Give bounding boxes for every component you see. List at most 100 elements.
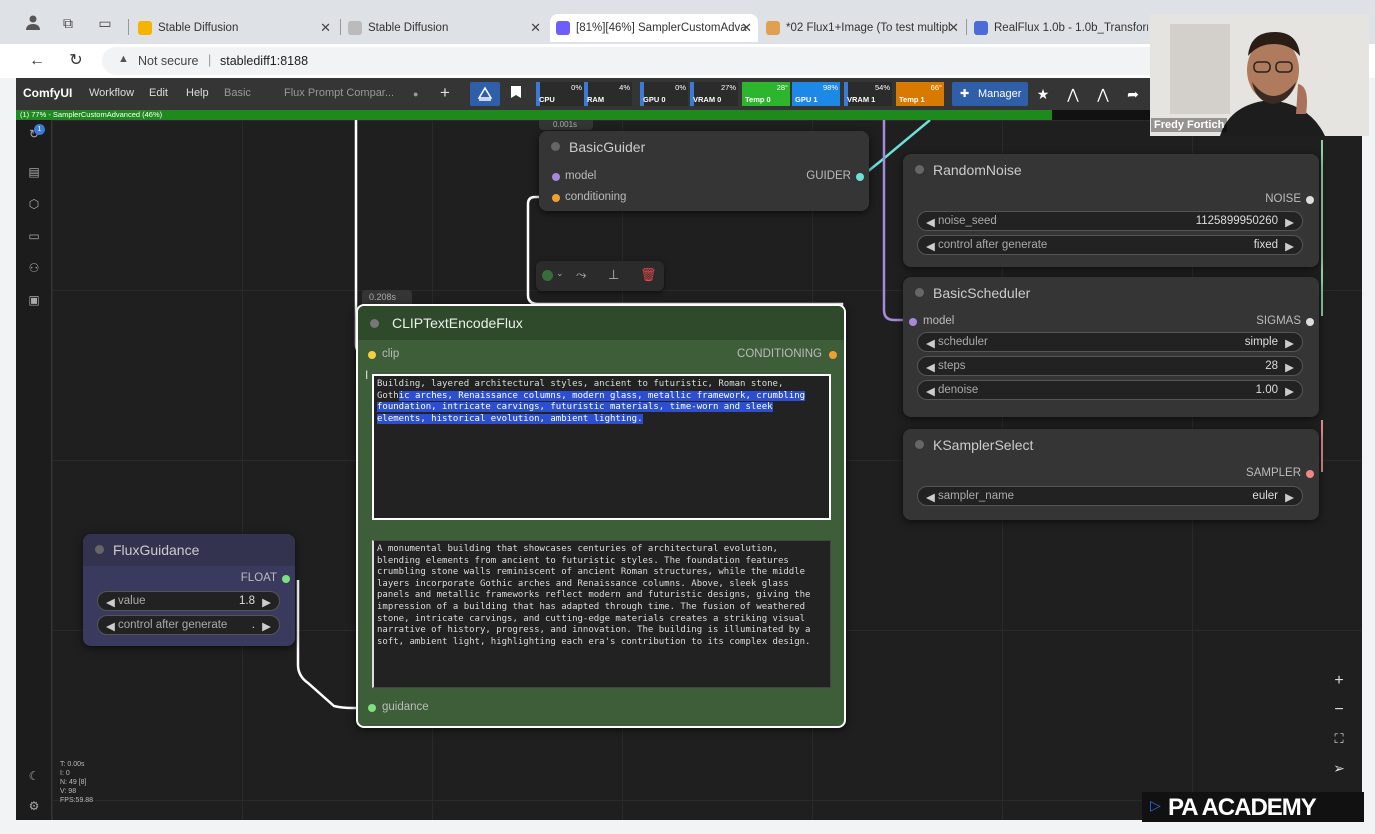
folder-icon[interactable]: ▭: [26, 228, 42, 244]
browser-tab-active[interactable]: [81%][46%] SamplerCustomAdva ✕: [550, 14, 758, 42]
fit-view-icon[interactable]: ⛶: [1326, 726, 1352, 752]
manager-button[interactable]: ✚ Manager: [952, 82, 1028, 106]
increment-arrow-icon[interactable]: ▶: [1285, 384, 1294, 398]
close-tab-icon[interactable]: ✕: [530, 14, 541, 42]
model-download-icon[interactable]: ⋀: [1064, 85, 1082, 103]
node-basicguider[interactable]: BasicGuider model conditioning GUIDER: [539, 131, 869, 211]
scheduler-widget[interactable]: ◀ scheduler simple ▶: [917, 332, 1303, 352]
workflow-tab-flux-prompt[interactable]: Flux Prompt Compar...: [284, 87, 394, 99]
increment-arrow-icon[interactable]: ▶: [1285, 239, 1294, 253]
comfy-logo[interactable]: ComfyUI: [23, 86, 72, 100]
workspaces-icon[interactable]: ⧉: [59, 14, 77, 32]
node-title[interactable]: FluxGuidance: [113, 542, 199, 558]
browser-tab[interactable]: Stable Diffusion ✕: [342, 14, 547, 42]
increment-arrow-icon[interactable]: ▶: [262, 619, 271, 633]
node-title[interactable]: KSamplerSelect: [933, 437, 1033, 453]
tab-actions-icon[interactable]: ▭: [96, 14, 114, 32]
node-status-dot[interactable]: [915, 440, 924, 449]
node-status-dot[interactable]: [915, 288, 924, 297]
browser-tab[interactable]: RealFlux 1.0b - 1.0b_Transformer: [968, 14, 1148, 42]
port-model[interactable]: [909, 318, 917, 326]
bypass-icon[interactable]: ⤳: [576, 267, 586, 283]
model-upload-icon[interactable]: ⋀: [1094, 85, 1112, 103]
back-arrow-icon[interactable]: ←: [28, 52, 46, 70]
node-cliptextencodeflux[interactable]: CLIPTextEncodeFlux clip CONDITIONING Bui…: [356, 304, 846, 728]
document-icon[interactable]: ▤: [26, 164, 42, 180]
navigate-icon[interactable]: ➢: [1326, 755, 1352, 781]
decrement-arrow-icon[interactable]: ◀: [926, 336, 935, 350]
denoise-widget[interactable]: ◀ denoise 1.00 ▶: [917, 380, 1303, 400]
sampler-name-widget[interactable]: ◀ sampler_name euler ▶: [917, 486, 1303, 506]
steps-widget[interactable]: ◀ steps 28 ▶: [917, 356, 1303, 376]
close-tab-icon[interactable]: ✕: [320, 14, 331, 42]
url-text[interactable]: stablediff1:8188: [220, 54, 308, 68]
guidance-value-widget[interactable]: ◀ value 1.8 ▶: [97, 591, 280, 611]
node-tree-icon[interactable]: ⚇: [26, 260, 42, 276]
decrement-arrow-icon[interactable]: ◀: [926, 360, 935, 374]
address-field[interactable]: ▲ Not secure | stablediff1:8188: [102, 47, 1162, 75]
share-icon[interactable]: ➦: [1124, 85, 1142, 103]
increment-arrow-icon[interactable]: ▶: [1285, 490, 1294, 504]
increment-arrow-icon[interactable]: ▶: [262, 595, 271, 609]
increment-arrow-icon[interactable]: ▶: [1285, 215, 1294, 229]
noise-seed-widget[interactable]: ◀ noise_seed 1125899950260 ▶: [917, 211, 1303, 231]
port-float[interactable]: [282, 575, 290, 583]
port-clip[interactable]: [368, 351, 376, 359]
increment-arrow-icon[interactable]: ▶: [1285, 336, 1294, 350]
queue-button[interactable]: [470, 82, 500, 106]
browser-tab[interactable]: *02 Flux1+Image (To test multipl ✕: [760, 14, 965, 42]
bookmark-icon[interactable]: [507, 85, 525, 103]
port-conditioning[interactable]: [829, 351, 837, 359]
node-title[interactable]: BasicGuider: [569, 139, 645, 155]
node-status-dot[interactable]: [95, 545, 104, 554]
profile-icon[interactable]: [24, 14, 42, 32]
menu-edit[interactable]: Edit: [149, 87, 168, 99]
node-basicscheduler[interactable]: BasicScheduler model SIGMAS ◀ scheduler …: [903, 277, 1319, 417]
node-fluxguidance[interactable]: FluxGuidance FLOAT ◀ value 1.8 ▶ ◀ contr…: [83, 534, 295, 646]
port-sigmas[interactable]: [1306, 318, 1314, 326]
chevron-down-icon[interactable]: ⌄: [556, 268, 564, 279]
control-after-generate-widget[interactable]: ◀ control after generate fixed ▶: [917, 235, 1303, 255]
port-guidance[interactable]: [368, 704, 376, 712]
security-label[interactable]: Not secure: [138, 54, 198, 68]
zoom-out-icon[interactable]: −: [1326, 697, 1352, 723]
control-after-generate-widget[interactable]: ◀ control after generate . ▶: [97, 615, 280, 635]
t5xxl-text-field[interactable]: A monumental building that showcases cen…: [372, 540, 831, 688]
close-tab-icon[interactable]: ✕: [741, 14, 752, 42]
decrement-arrow-icon[interactable]: ◀: [926, 215, 935, 229]
browser-tab[interactable]: Stable Diffusion ✕: [132, 14, 337, 42]
warning-icon[interactable]: ▲: [118, 53, 129, 65]
decrement-arrow-icon[interactable]: ◀: [926, 384, 935, 398]
new-tab-plus-icon[interactable]: +: [440, 83, 450, 103]
menu-workflow[interactable]: Workflow: [89, 87, 134, 99]
moon-icon[interactable]: ☾: [26, 768, 42, 784]
zoom-in-icon[interactable]: +: [1326, 668, 1352, 694]
node-status-dot[interactable]: [915, 165, 924, 174]
workflow-tab-basic[interactable]: Basic: [224, 87, 251, 99]
port-conditioning[interactable]: [552, 194, 560, 202]
settings-gear-icon[interactable]: ⚙: [26, 798, 42, 814]
clip-l-text-field[interactable]: Building, layered architectural styles, …: [372, 374, 831, 520]
close-tab-icon[interactable]: ✕: [948, 14, 959, 42]
port-sampler[interactable]: [1306, 470, 1314, 478]
node-title[interactable]: CLIPTextEncodeFlux: [392, 315, 523, 331]
node-status-dot[interactable]: [370, 319, 379, 328]
decrement-arrow-icon[interactable]: ◀: [106, 595, 115, 609]
decrement-arrow-icon[interactable]: ◀: [926, 490, 935, 504]
increment-arrow-icon[interactable]: ▶: [1285, 360, 1294, 374]
node-ksamplerselect[interactable]: KSamplerSelect SAMPLER ◀ sampler_name eu…: [903, 429, 1319, 520]
node-title[interactable]: BasicScheduler: [933, 285, 1030, 301]
star-icon[interactable]: ★: [1034, 85, 1052, 103]
reload-icon[interactable]: ↻: [67, 52, 85, 70]
pin-icon[interactable]: ⊥: [608, 267, 619, 283]
decrement-arrow-icon[interactable]: ◀: [106, 619, 115, 633]
color-picker-icon[interactable]: [542, 270, 553, 281]
node-title[interactable]: RandomNoise: [933, 162, 1022, 178]
cube-icon[interactable]: ⬡: [26, 196, 42, 212]
trash-icon[interactable]: 🗑: [640, 267, 657, 283]
node-status-dot[interactable]: [551, 142, 560, 151]
decrement-arrow-icon[interactable]: ◀: [926, 239, 935, 253]
image-gallery-icon[interactable]: ▣: [26, 292, 42, 308]
port-model[interactable]: [552, 173, 560, 181]
port-guider[interactable]: [856, 173, 864, 181]
